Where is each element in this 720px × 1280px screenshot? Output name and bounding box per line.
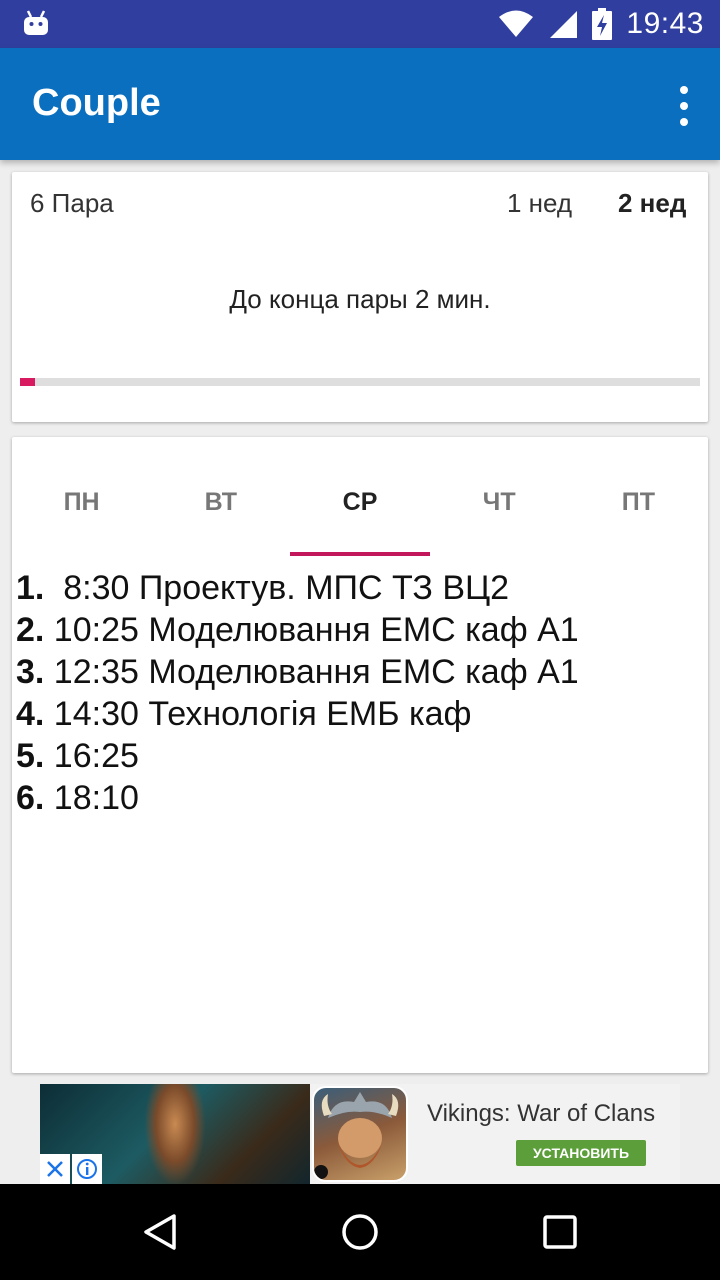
list-item-text: 8:30 Проектув. МПС ТЗ ВЦ2	[44, 569, 510, 607]
current-lesson-card: 6 Пара 1 нед 2 нед До конца пары 2 мин.	[12, 172, 708, 422]
navigation-bar	[0, 1184, 720, 1280]
list-item-number: 5.	[16, 737, 45, 775]
list-item: 5. 16:25	[16, 735, 706, 777]
list-item: 1. 8:30 Проектув. МПС ТЗ ВЦ2	[16, 567, 706, 609]
app-screen: 19:43 Couple 6 Пара 1 нед 2 нед До конца…	[0, 0, 720, 1280]
list-item-number: 4.	[16, 695, 45, 733]
tab-wednesday[interactable]: СР	[290, 437, 429, 557]
list-item-number: 2.	[16, 611, 45, 649]
tab-indicator	[290, 552, 430, 556]
ad-warrior-image	[145, 1084, 205, 1184]
back-triangle-icon[interactable]	[136, 1208, 184, 1256]
current-lesson-number: 6 Пара	[30, 188, 114, 218]
status-icons: 19:43	[498, 0, 704, 48]
list-item: 3. 12:35 Моделювання ЕМС каф А1	[16, 651, 706, 693]
home-circle-icon[interactable]	[336, 1208, 384, 1256]
week-1-toggle[interactable]: 1 нед	[507, 188, 572, 219]
list-item-text: 12:35 Моделювання ЕМС каф А1	[44, 653, 579, 691]
ad-app-name[interactable]: Vikings: War of Clans	[427, 1100, 655, 1128]
ad-banner[interactable]: Vikings: War of Clans УСТАНОВИТЬ	[40, 1084, 680, 1184]
ad-info-icon[interactable]	[72, 1154, 102, 1184]
tab-tuesday[interactable]: ВТ	[151, 437, 290, 557]
recents-square-icon[interactable]	[536, 1208, 584, 1256]
overflow-menu-icon[interactable]	[676, 86, 692, 126]
list-item-text: 16:25	[44, 737, 139, 775]
weekday-tabs: ПН ВТ СР ЧТ ПТ	[12, 437, 708, 557]
week-2-toggle[interactable]: 2 нед	[618, 188, 686, 219]
status-bar: 19:43	[0, 0, 720, 48]
list-item-text: 14:30 Технологія ЕМБ каф	[44, 695, 472, 733]
ad-close-icon[interactable]	[40, 1154, 70, 1184]
app-bar: Couple	[0, 48, 720, 160]
list-item-number: 3.	[16, 653, 45, 691]
ad-install-button[interactable]: УСТАНОВИТЬ	[516, 1140, 646, 1166]
signal-icon	[550, 11, 578, 38]
schedule-list: 1. 8:30 Проектув. МПС ТЗ ВЦ2 2. 10:25 Мо…	[16, 567, 706, 819]
lesson-progress-bar	[20, 378, 700, 386]
app-title: Couple	[32, 82, 161, 124]
tab-monday[interactable]: ПН	[12, 437, 151, 557]
list-item-number: 6.	[16, 779, 45, 817]
status-time: 19:43	[626, 7, 704, 40]
time-remaining-text: До конца пары 2 мин.	[229, 284, 491, 314]
list-item-text: 10:25 Моделювання ЕМС каф А1	[44, 611, 579, 649]
lesson-progress-fill	[20, 378, 35, 386]
tab-friday[interactable]: ПТ	[569, 437, 708, 557]
list-item-number: 1.	[16, 569, 45, 607]
tab-thursday[interactable]: ЧТ	[430, 437, 569, 557]
battery-charging-icon	[592, 8, 613, 40]
list-item: 6. 18:10	[16, 777, 706, 819]
ad-app-icon[interactable]	[312, 1086, 408, 1182]
list-item: 2. 10:25 Моделювання ЕМС каф А1	[16, 609, 706, 651]
list-item: 4. 14:30 Технологія ЕМБ каф	[16, 693, 706, 735]
wifi-icon	[499, 10, 534, 37]
list-item-text: 18:10	[44, 779, 139, 817]
schedule-card: ПН ВТ СР ЧТ ПТ 1. 8:30 Проектув. МПС ТЗ …	[12, 437, 708, 1073]
android-notification-icon	[24, 10, 48, 35]
